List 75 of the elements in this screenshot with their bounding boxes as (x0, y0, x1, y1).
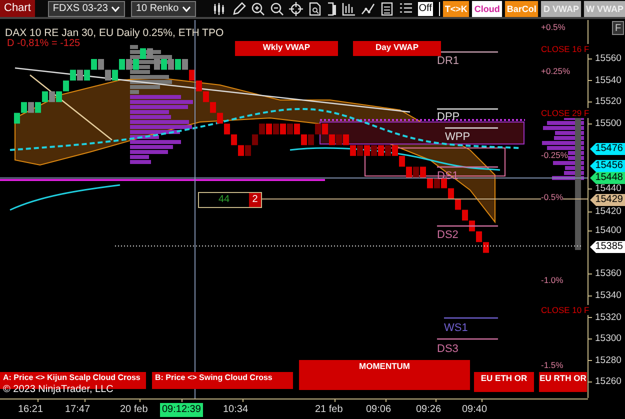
price-tick-label: 15280 (595, 356, 622, 366)
pivot-line (437, 108, 498, 110)
vwap-button[interactable]: Wkly VWAP (235, 41, 338, 56)
session-button[interactable]: EU ETH OR (474, 372, 534, 392)
price-tick-label: 15540 (595, 76, 622, 86)
pivot-line (444, 317, 498, 319)
momentum-button[interactable]: MOMENTUM (299, 360, 470, 390)
time-label: 09:06 (365, 403, 392, 417)
time-label: 09:26 (415, 403, 442, 417)
crosshair-icon[interactable] (288, 2, 303, 16)
pivot-label: WS1 (444, 322, 468, 334)
instrument-dropdown[interactable]: FDXS 03-23 (48, 0, 125, 16)
caret-icon (182, 6, 191, 12)
counter-badge: 2 (249, 193, 261, 207)
time-label: 16:21 (17, 403, 44, 417)
price-tick-label: 15260 (595, 377, 622, 387)
percent-label: -1.5% (541, 360, 564, 370)
document-search-icon[interactable] (308, 2, 322, 16)
close-label: CLOSE 16 F (541, 44, 590, 54)
percent-label: +0.25% (541, 66, 570, 76)
vwap-button[interactable]: Day VWAP (353, 41, 441, 56)
caret-icon (110, 6, 120, 12)
counter-value: 44 (217, 193, 231, 207)
price-tag: 15448 (590, 172, 625, 184)
price-tick-label: 15400 (595, 226, 622, 236)
price-tick-label: 15300 (595, 334, 622, 344)
pencil-icon[interactable] (232, 2, 246, 16)
toolbar-button[interactable]: Cloud (472, 0, 502, 16)
zoom-out-icon[interactable] (270, 2, 284, 16)
time-label: 21 feb (314, 403, 344, 417)
price-tag: 15456 (590, 160, 625, 172)
price-tick-label: 15500 (595, 119, 622, 129)
price-tag: 15385 (590, 241, 625, 253)
candlestick-icon[interactable] (212, 2, 227, 16)
pivot-label: DPP (437, 111, 460, 123)
bar-type-dropdown[interactable]: 10 Renko (130, 0, 196, 16)
pivot-label: DR1 (437, 55, 460, 67)
signal-button[interactable]: B: Price <> Swing Cloud Cross (152, 372, 293, 389)
time-label: 17:47 (64, 403, 92, 417)
price-tag: 15429 (590, 194, 625, 206)
pivot-line (445, 127, 498, 129)
percent-label: -0.5% (541, 192, 564, 202)
time-label: 20 feb (119, 403, 149, 417)
corner-button[interactable]: F (612, 21, 624, 35)
pivot-label: DS3 (437, 343, 458, 355)
percent-label: -1.0% (541, 275, 564, 285)
time-label: 09:40 (461, 403, 488, 417)
chart-tab[interactable]: Chart (0, 0, 35, 17)
toggle-switch[interactable]: Off (418, 2, 440, 16)
pivot-line (437, 338, 498, 340)
price-tick-label: 15440 (595, 184, 622, 194)
time-label: 10:34 (222, 403, 250, 417)
list-icon[interactable] (398, 2, 413, 16)
percent-label: +0.5% (541, 22, 566, 32)
close-label: CLOSE 10 F (541, 305, 590, 315)
time-label: 09:12:39 (160, 403, 203, 417)
percent-label: -0.25% (541, 150, 568, 160)
pivot-line (437, 166, 498, 168)
change-text: D -0,81% = -125 (7, 38, 80, 49)
pivot-line (437, 225, 498, 227)
price-tick-label: 15420 (595, 207, 622, 217)
price-tick-label: 15560 (595, 54, 622, 64)
close-label: CLOSE 29 F (541, 108, 590, 118)
price-tick-label: 15520 (595, 97, 622, 107)
bar-chart-icon[interactable] (342, 2, 356, 16)
pivot-label: DS2 (437, 229, 458, 241)
price-tick-label: 15360 (595, 269, 622, 279)
price-tick-label: 15340 (595, 291, 622, 301)
pivot-label: WPP (445, 131, 470, 143)
zoom-in-icon[interactable] (250, 2, 265, 16)
bracket-icon[interactable] (326, 2, 337, 16)
price-tick-label: 15320 (595, 312, 622, 322)
line-chart-icon[interactable] (360, 2, 375, 16)
session-button[interactable]: EU RTH OR (539, 372, 587, 392)
price-tag: 15476 (590, 143, 625, 155)
